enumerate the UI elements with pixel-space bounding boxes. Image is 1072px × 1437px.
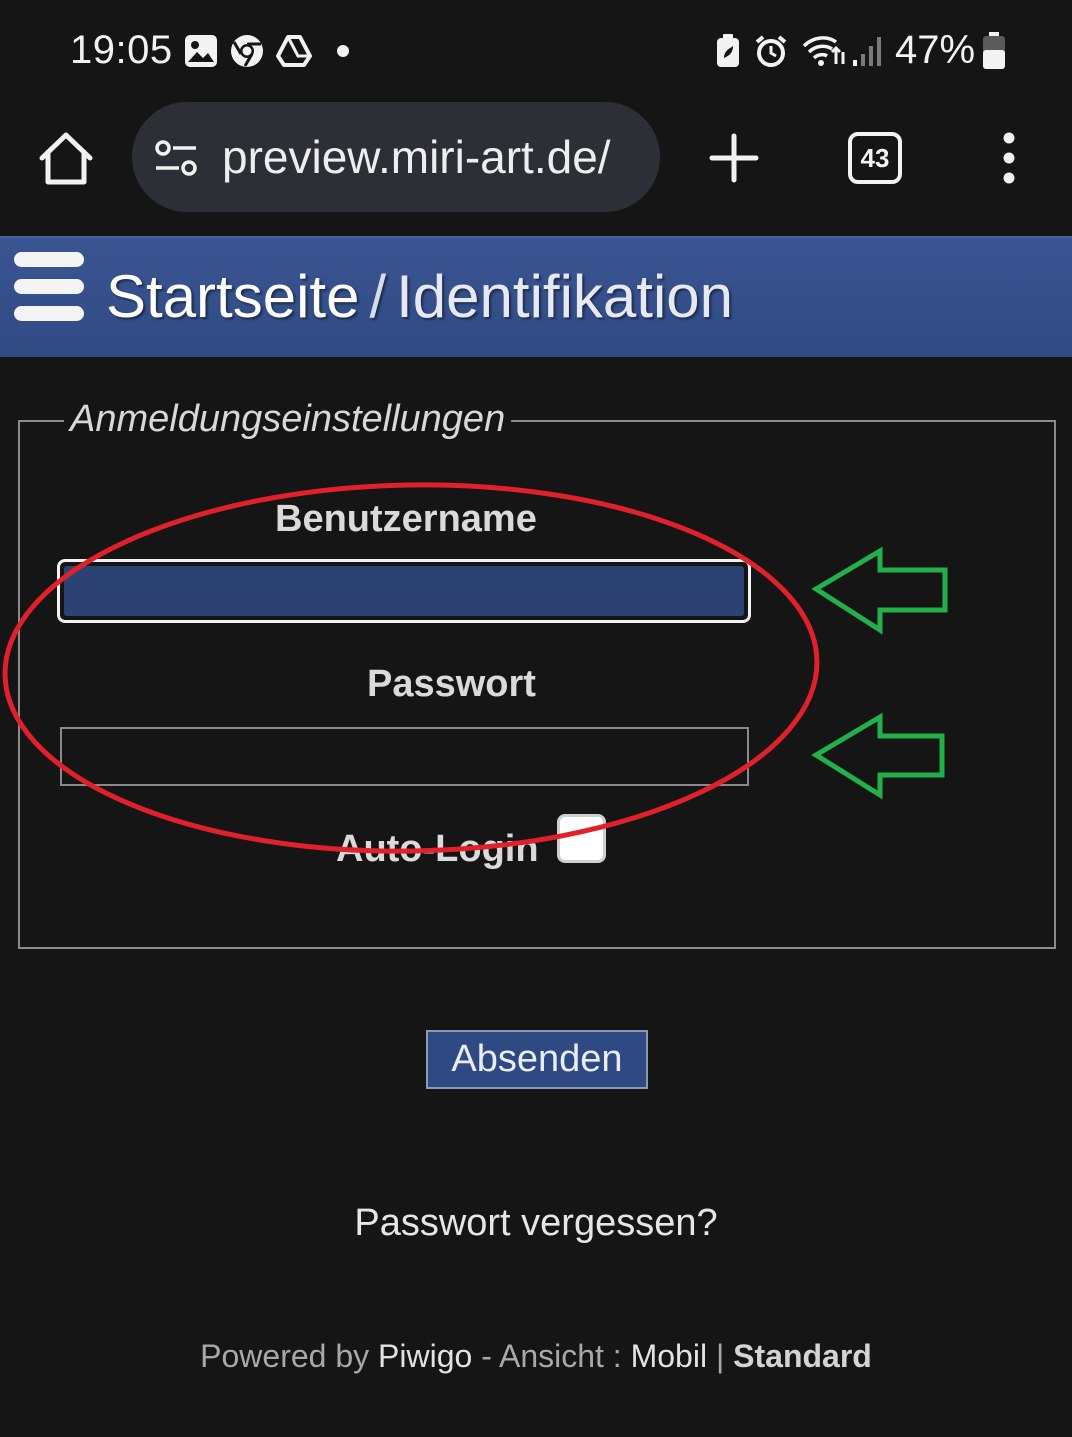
- breadcrumb: Startseite / Identifikation: [106, 262, 733, 331]
- tab-switcher-button[interactable]: 43: [848, 132, 902, 184]
- password-input[interactable]: [60, 727, 749, 786]
- mobile-view-link[interactable]: Mobil: [631, 1338, 707, 1374]
- standard-view-link[interactable]: Standard: [733, 1338, 872, 1374]
- breadcrumb-home-link[interactable]: Startseite: [106, 263, 359, 330]
- address-bar[interactable]: preview.miri-art.de/: [132, 102, 660, 212]
- url-text: preview.miri-art.de/: [222, 131, 611, 183]
- footer: Powered by Piwigo - Ansicht : Mobil | St…: [0, 1338, 1072, 1375]
- submit-button[interactable]: Absenden: [426, 1030, 648, 1089]
- hamburger-menu-icon[interactable]: [14, 252, 84, 322]
- breadcrumb-separator: /: [369, 263, 387, 330]
- signal-icon: [853, 37, 881, 66]
- site-settings-icon[interactable]: [154, 139, 198, 177]
- autologin-checkbox[interactable]: [557, 814, 606, 863]
- autologin-label: Auto-Login: [336, 828, 539, 870]
- username-input-value: [64, 566, 744, 616]
- browser-toolbar: preview.miri-art.de/ 43: [0, 100, 1072, 236]
- battery-saver-icon: [717, 34, 739, 67]
- home-icon[interactable]: [36, 128, 96, 188]
- battery-icon: [983, 32, 1005, 69]
- status-time: 19:05: [70, 28, 173, 72]
- forgot-password-link[interactable]: Passwort vergessen?: [0, 1202, 1072, 1245]
- username-input[interactable]: [57, 559, 751, 623]
- piwigo-link[interactable]: Piwigo: [378, 1338, 472, 1374]
- fieldset-legend: Anmeldungseinstellungen: [64, 398, 512, 441]
- chrome-icon: [231, 35, 263, 67]
- page-header: Startseite / Identifikation: [0, 236, 1072, 357]
- password-label: Passwort: [367, 663, 536, 705]
- wifi-icon: [802, 36, 845, 66]
- drive-icon: [276, 35, 312, 67]
- alarm-icon: [755, 35, 787, 67]
- footer-powered-by: Powered by: [200, 1338, 370, 1374]
- breadcrumb-current: Identifikation: [396, 263, 734, 330]
- new-tab-icon[interactable]: [708, 132, 760, 184]
- footer-view-label: - Ansicht :: [481, 1338, 622, 1374]
- status-bar: 19:05 47%: [0, 0, 1072, 100]
- footer-pipe: |: [715, 1338, 725, 1374]
- username-label: Benutzername: [275, 498, 537, 540]
- gallery-icon: [185, 35, 217, 67]
- more-menu-icon[interactable]: [996, 132, 1022, 184]
- dot-icon: [337, 45, 349, 57]
- battery-percent: 47%: [895, 28, 976, 72]
